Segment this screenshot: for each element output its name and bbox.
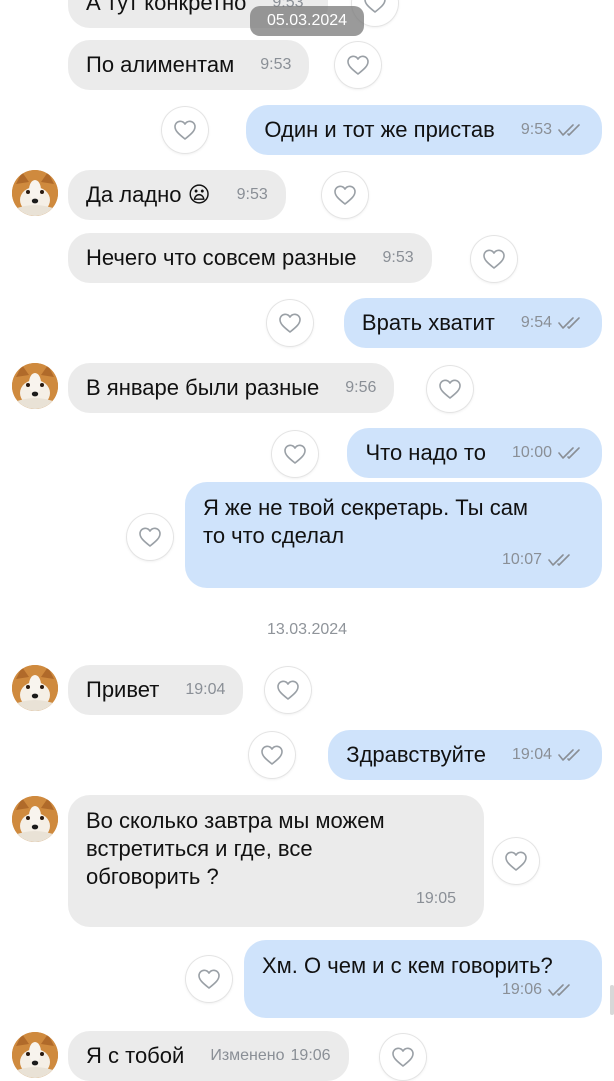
message-text: Я с тобой xyxy=(86,1043,185,1068)
avatar[interactable] xyxy=(12,170,58,216)
message-text: Я же не твой секретарь. Ты сам то что сд… xyxy=(203,495,529,548)
like-heart-icon[interactable] xyxy=(272,431,318,477)
like-heart-icon[interactable] xyxy=(493,838,539,884)
message-time: 9:53 xyxy=(260,56,292,73)
like-heart-icon[interactable] xyxy=(162,107,208,153)
like-heart-icon[interactable] xyxy=(265,667,311,713)
incoming-message-bubble[interactable]: В январе были разные 9:56 xyxy=(68,363,395,413)
like-heart-icon[interactable] xyxy=(335,42,381,88)
outgoing-message-bubble[interactable]: Здравствуйте 19:04 xyxy=(328,730,602,780)
like-heart-icon[interactable] xyxy=(471,236,517,282)
outgoing-message-bubble[interactable]: Хм. О чем и с кем говорить? 19:06 xyxy=(244,940,602,1018)
message-time: 10:00 xyxy=(511,444,552,461)
double-check-icon xyxy=(558,123,584,137)
message-time: 19:04 xyxy=(185,681,226,698)
message-time: 19:06 xyxy=(290,1047,331,1064)
incoming-message-bubble[interactable]: Во сколько завтра мы можем встретиться и… xyxy=(68,795,484,927)
message-time: 9:54 xyxy=(520,314,552,331)
incoming-message-bubble[interactable]: По алиментам 9:53 xyxy=(68,40,310,90)
like-heart-icon[interactable] xyxy=(127,514,173,560)
message-text: Один и тот же пристав xyxy=(264,117,495,142)
double-check-icon xyxy=(558,748,584,762)
outgoing-message-bubble[interactable]: Что надо то 10:00 xyxy=(347,428,602,478)
message-text: Нечего что совсем разные xyxy=(86,245,357,270)
edited-label: Изменено xyxy=(210,1047,285,1064)
incoming-message-bubble[interactable]: Нечего что совсем разные 9:53 xyxy=(68,233,432,283)
double-check-icon xyxy=(558,316,584,330)
sticky-date-badge: 05.03.2024 xyxy=(250,6,364,36)
message-time: 10:07 xyxy=(501,551,542,568)
message-time: 9:56 xyxy=(345,379,377,396)
double-check-icon xyxy=(558,446,584,460)
like-heart-icon[interactable] xyxy=(267,300,313,346)
incoming-message-bubble[interactable]: Да ладно 😦 9:53 xyxy=(68,170,286,220)
message-text: Врать хватит xyxy=(361,310,495,335)
message-text: А тут конкретно xyxy=(86,0,247,15)
date-separator: 13.03.2024 xyxy=(266,621,348,638)
message-time: 9:53 xyxy=(382,249,414,266)
avatar[interactable] xyxy=(12,665,58,711)
message-text: Во сколько завтра мы можем встретиться и… xyxy=(86,808,385,889)
message-text: Что надо то xyxy=(365,440,486,465)
like-heart-icon[interactable] xyxy=(186,956,232,1002)
message-text: Здравствуйте xyxy=(346,742,486,767)
like-heart-icon[interactable] xyxy=(322,172,368,218)
message-text: По алиментам xyxy=(86,52,235,77)
double-check-icon xyxy=(548,553,574,567)
outgoing-message-bubble[interactable]: Один и тот же пристав 9:53 xyxy=(246,105,602,155)
message-text: В январе были разные xyxy=(86,375,320,400)
message-time: 19:06 xyxy=(501,981,542,998)
like-heart-icon[interactable] xyxy=(427,366,473,412)
double-check-icon xyxy=(548,983,574,997)
message-time: 19:04 xyxy=(511,746,552,763)
avatar[interactable] xyxy=(12,1032,58,1078)
incoming-message-bubble[interactable]: Я с тобой Изменено 19:06 xyxy=(68,1031,349,1081)
avatar[interactable] xyxy=(12,363,58,409)
message-text: Привет xyxy=(86,677,160,702)
like-heart-icon[interactable] xyxy=(249,732,295,778)
message-time: 9:53 xyxy=(236,186,268,203)
message-time: 9:53 xyxy=(520,121,552,138)
scroll-indicator[interactable] xyxy=(610,985,614,1015)
avatar[interactable] xyxy=(12,796,58,842)
outgoing-message-bubble[interactable]: Врать хватит 9:54 xyxy=(343,298,602,348)
message-text: Да ладно 😦 xyxy=(86,182,211,207)
outgoing-message-bubble[interactable]: Я же не твой секретарь. Ты сам то что сд… xyxy=(185,482,602,588)
incoming-message-bubble[interactable]: Привет 19:04 xyxy=(68,665,244,715)
message-time: 19:05 xyxy=(415,890,456,907)
like-heart-icon[interactable] xyxy=(380,1034,426,1080)
